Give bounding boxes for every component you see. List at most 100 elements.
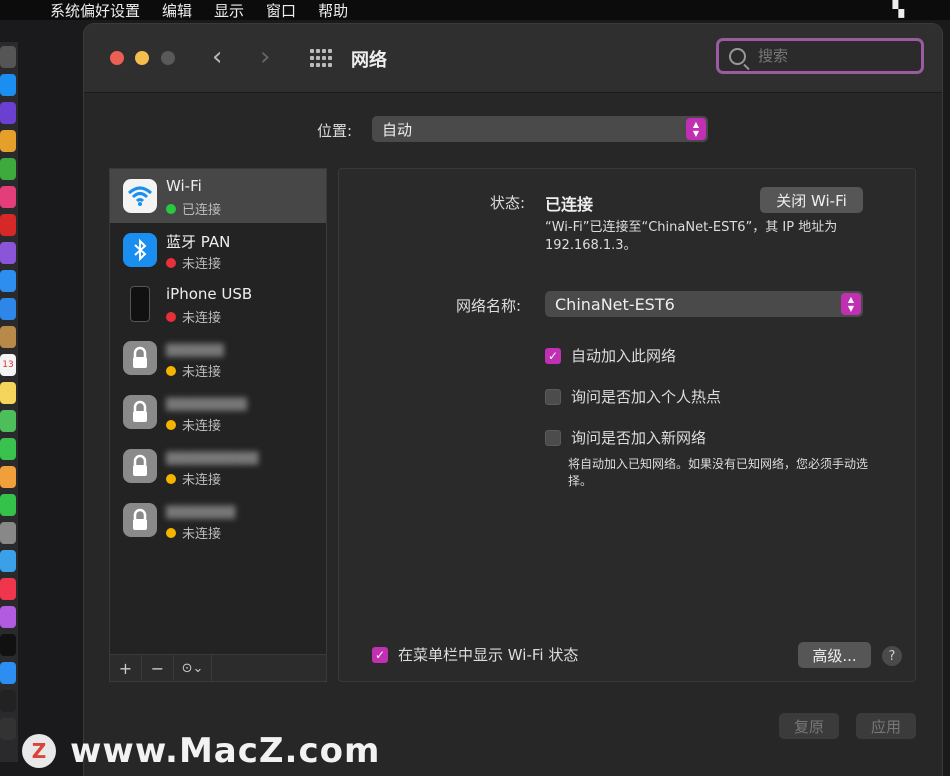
service-item-wifi[interactable]: Wi-Fi 已连接 — [110, 169, 326, 223]
show-in-menubar-checkbox[interactable]: ✓ — [372, 646, 388, 663]
dock-tv-icon[interactable] — [0, 634, 16, 656]
dock-app-icon[interactable] — [0, 242, 16, 264]
dock: 13 — [0, 42, 18, 762]
service-item-iphone-usb[interactable]: iPhone USB 未连接 — [110, 277, 326, 331]
dock-launchpad-icon[interactable] — [0, 130, 16, 152]
dock-safari-icon[interactable] — [0, 270, 16, 292]
service-status-text: 未连接 — [182, 527, 222, 542]
dock-app-store-icon[interactable] — [0, 74, 16, 96]
lock-icon — [123, 341, 157, 375]
watermark-logo: Z — [22, 734, 56, 768]
dock-mail-icon[interactable] — [0, 298, 16, 320]
dock-music-icon[interactable] — [0, 578, 16, 600]
service-item-vpn[interactable]: ▆▆▆▆▆ 未连接 — [110, 331, 326, 385]
status-dot-icon — [166, 311, 176, 322]
service-status: 未连接 — [166, 361, 221, 380]
service-status-text: 未连接 — [182, 365, 222, 380]
dock-app-icon[interactable] — [0, 550, 16, 572]
dock-podcasts-icon[interactable] — [0, 606, 16, 628]
close-window-button[interactable] — [110, 51, 124, 65]
status-dot-icon — [166, 527, 176, 538]
network-name-label: 网络名称: — [456, 297, 522, 315]
status-dot-icon — [166, 203, 176, 214]
service-name: iPhone USB — [166, 285, 253, 303]
auto-join-option[interactable]: ✓ 自动加入此网络 — [545, 345, 676, 366]
service-item-vpn[interactable]: ▆▆▆▆▆▆▆▆ 未连接 — [110, 439, 326, 493]
ask-hotspot-label: 询问是否加入个人热点 — [571, 388, 722, 406]
status-value: 已连接 — [545, 195, 594, 214]
ask-new-network-checkbox[interactable] — [545, 429, 561, 446]
ask-hotspot-option[interactable]: 询问是否加入个人热点 — [545, 386, 721, 407]
menu-help[interactable]: 帮助 — [318, 0, 348, 21]
search-input[interactable] — [756, 46, 910, 66]
menubar-status-icon[interactable]: ▚ — [892, 0, 904, 18]
dock-android-icon[interactable] — [0, 158, 16, 180]
watermark: Z www.MacZ.com — [22, 731, 380, 771]
title-bar: ‹ › 网络 — [84, 24, 942, 93]
lock-icon — [123, 449, 157, 483]
network-name-value: ChinaNet-EST6 — [555, 294, 675, 314]
dock-siri-icon[interactable] — [0, 102, 16, 124]
dock-app-store-icon[interactable] — [0, 662, 16, 684]
help-button[interactable]: ? — [882, 646, 902, 666]
status-dot-icon — [166, 257, 176, 268]
network-name-select[interactable]: ChinaNet-EST6 ▲ ▼ — [545, 291, 863, 317]
dock-system-preferences-icon[interactable] — [0, 522, 16, 544]
dock-activity-monitor-icon[interactable] — [0, 718, 16, 740]
revert-button[interactable]: 复原 — [779, 713, 839, 739]
dock-app-icon[interactable] — [0, 186, 16, 208]
dock-messages-icon[interactable] — [0, 438, 16, 460]
search-field[interactable] — [716, 38, 924, 74]
auto-join-checkbox[interactable]: ✓ — [545, 347, 561, 364]
service-status: 未连接 — [166, 415, 221, 434]
location-value: 自动 — [382, 120, 413, 139]
menu-view[interactable]: 显示 — [214, 0, 244, 21]
service-name: Wi-Fi — [166, 177, 202, 195]
dock-photos-icon[interactable] — [0, 466, 16, 488]
zoom-window-button[interactable] — [161, 51, 175, 65]
dock-maps-icon[interactable] — [0, 410, 16, 432]
location-select[interactable]: 自动 ▲ ▼ — [372, 116, 708, 142]
advanced-button[interactable]: 高级... — [798, 642, 871, 668]
service-status-text: 未连接 — [182, 311, 222, 326]
service-status: 未连接 — [166, 523, 221, 542]
network-preferences-window: ‹ › 网络 位置: 自动 ▲▼ Wi-Fi — [84, 24, 942, 776]
dock-notes-icon[interactable] — [0, 382, 16, 404]
menu-edit[interactable]: 编辑 — [162, 0, 192, 21]
forward-arrow-icon[interactable]: › — [260, 42, 270, 72]
service-status: 已连接 — [166, 199, 221, 218]
status-dot-icon — [166, 419, 176, 430]
show-all-grid-icon[interactable] — [310, 49, 332, 67]
dock-facetime-icon[interactable] — [0, 494, 16, 516]
service-item-vpn[interactable]: ▆▆▆▆▆▆ 未连接 — [110, 493, 326, 547]
service-status: 未连接 — [166, 253, 221, 272]
dock-app-icon[interactable] — [0, 214, 16, 236]
service-item-bluetooth-pan[interactable]: 蓝牙 PAN 未连接 — [110, 223, 326, 277]
remove-service-button[interactable]: − — [142, 655, 174, 681]
back-arrow-icon[interactable]: ‹ — [212, 42, 222, 72]
ask-new-network-option[interactable]: 询问是否加入新网络 — [545, 427, 706, 448]
service-status-text: 未连接 — [182, 419, 222, 434]
dock-app-icon[interactable] — [0, 46, 16, 68]
action-menu-button[interactable]: ⊙⌄ — [174, 655, 212, 681]
service-name: 蓝牙 PAN — [166, 233, 231, 251]
menu-system-preferences[interactable]: 系统偏好设置 — [50, 0, 140, 21]
lock-icon — [123, 503, 157, 537]
ask-new-network-label: 询问是否加入新网络 — [571, 429, 707, 447]
dock-contacts-icon[interactable] — [0, 326, 16, 348]
service-item-vpn[interactable]: ▆▆▆▆▆▆▆ 未连接 — [110, 385, 326, 439]
dock-terminal-icon[interactable] — [0, 690, 16, 712]
ask-hotspot-checkbox[interactable] — [545, 388, 561, 405]
add-service-button[interactable]: + — [110, 655, 142, 681]
iphone-icon — [123, 286, 157, 322]
status-description: “Wi-Fi”已连接至“ChinaNet-EST6”，其 IP 地址为 192.… — [545, 220, 838, 253]
show-in-menubar-option[interactable]: ✓ 在菜单栏中显示 Wi-Fi 状态 — [372, 644, 578, 665]
menu-window[interactable]: 窗口 — [266, 0, 296, 21]
turn-off-wifi-button[interactable]: 关闭 Wi-Fi — [760, 187, 863, 213]
wifi-icon — [123, 179, 157, 213]
network-service-list: Wi-Fi 已连接 蓝牙 PAN 未连接 iPhone USB 未连接 ▆▆▆▆… — [109, 168, 327, 682]
dock-calendar-icon[interactable]: 13 — [0, 354, 16, 376]
auto-join-label: 自动加入此网络 — [571, 347, 677, 365]
minimize-window-button[interactable] — [135, 51, 149, 65]
apply-button[interactable]: 应用 — [856, 713, 916, 739]
